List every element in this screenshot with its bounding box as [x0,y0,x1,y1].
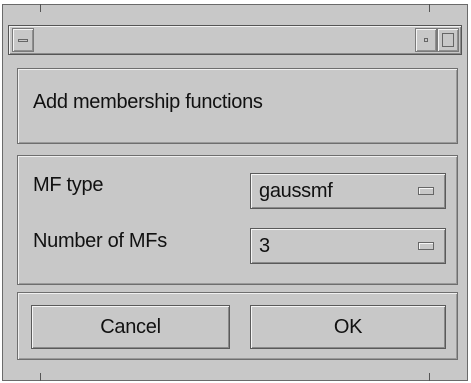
buttons-panel: Cancel OK [17,292,458,360]
mf-type-label: MF type [33,174,104,196]
minimize-icon [424,38,428,42]
maximize-icon [442,33,454,47]
dialog-heading: Add membership functions [33,91,263,113]
mf-type-select[interactable]: gaussmf [250,173,446,209]
maximize-button[interactable] [437,28,459,52]
number-of-mfs-label: Number of MFs [33,230,167,252]
option-menu-indicator-icon [418,187,434,195]
minimize-button[interactable] [415,28,437,52]
frame-corner-mark [429,373,430,381]
heading-panel: Add membership functions [17,68,458,144]
option-menu-indicator-icon [418,242,434,250]
title-bar[interactable] [8,25,462,55]
fields-panel: MF type gaussmf Number of MFs 3 [17,155,458,285]
menu-bar-icon [18,39,28,42]
cancel-button[interactable]: Cancel [31,305,230,349]
frame-corner-mark [429,4,430,12]
frame-corner-mark [40,4,41,12]
mf-type-value: gaussmf [259,180,333,202]
ok-button[interactable]: OK [250,305,446,349]
number-of-mfs-value: 3 [259,235,270,257]
frame-corner-mark [40,373,41,381]
number-of-mfs-select[interactable]: 3 [250,228,446,264]
window-menu-button[interactable] [12,28,34,52]
